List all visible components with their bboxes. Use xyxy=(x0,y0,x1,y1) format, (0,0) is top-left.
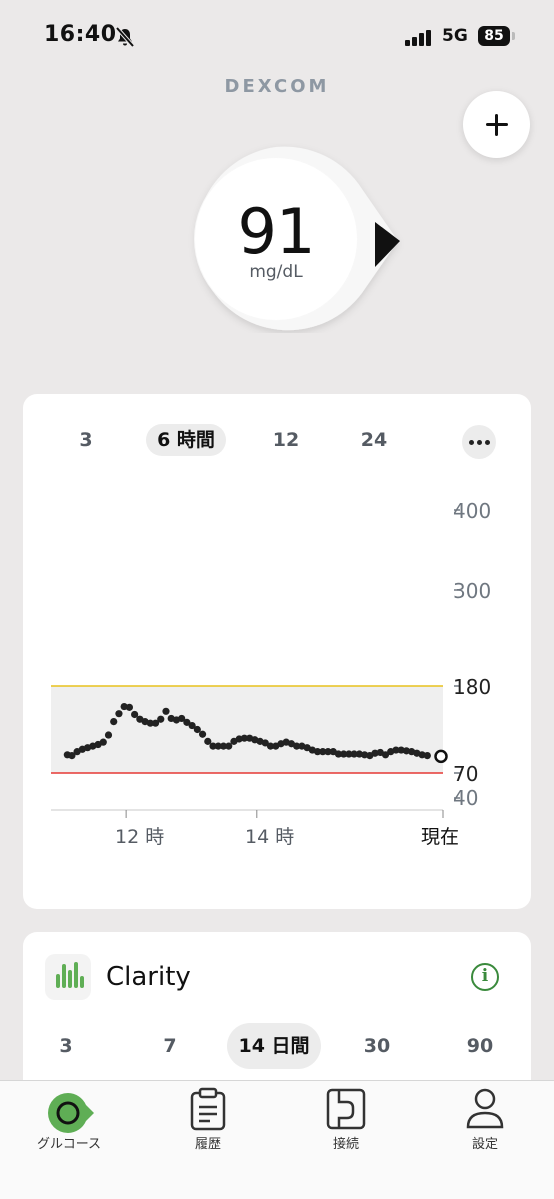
glucose-data-point xyxy=(115,710,123,718)
glucose-graph-card: 3 6 時間 12 24 400 300 180 70 40 12 時 14 時… xyxy=(23,394,531,909)
y-tick-label: 400 xyxy=(453,499,492,523)
glucose-data-point xyxy=(99,738,107,746)
glucose-reading[interactable]: 91 xyxy=(180,143,410,333)
tab-history[interactable]: 履歴 xyxy=(139,1081,277,1161)
glucose-data-point xyxy=(125,703,133,711)
target-range-band xyxy=(51,686,443,773)
y-tick-label: 40 xyxy=(453,786,479,810)
y-tick-label: 70 xyxy=(453,762,479,786)
day-tab-7[interactable]: 7 xyxy=(155,1023,185,1069)
battery-tip xyxy=(512,32,515,40)
glucose-data-point xyxy=(157,715,165,723)
glucose-value: 91 xyxy=(237,195,316,268)
glucose-data-point xyxy=(162,707,170,715)
status-bar: 16:40 5G 85 xyxy=(0,0,554,70)
day-tab-14[interactable]: 14 日間 xyxy=(227,1023,321,1069)
person-icon xyxy=(466,1088,504,1129)
glucose-data-point xyxy=(104,731,113,739)
add-event-button[interactable] xyxy=(463,91,530,158)
network-type: 5G xyxy=(442,26,468,46)
day-tab-30[interactable]: 30 xyxy=(360,1023,394,1069)
current-reading-point xyxy=(434,749,448,764)
tab-glucose[interactable]: グルコース xyxy=(0,1081,138,1161)
bottom-tab-bar: グルコース 履歴 接続 設定 xyxy=(0,1080,554,1199)
tab-label: 接続 xyxy=(332,1137,359,1152)
connection-icon xyxy=(326,1088,366,1130)
glucose-tab-icon xyxy=(48,1093,94,1133)
tab-settings[interactable]: 設定 xyxy=(416,1081,554,1161)
x-tick-label: 14 時 xyxy=(245,826,295,848)
glucose-data-point xyxy=(110,717,118,726)
glucose-data-point xyxy=(423,752,431,760)
day-tab-90[interactable]: 90 xyxy=(463,1023,497,1069)
cellular-signal-icon xyxy=(405,30,433,50)
y-tick-label: 180 xyxy=(453,675,492,699)
day-tab-3[interactable]: 3 xyxy=(51,1023,81,1069)
battery-indicator: 85 xyxy=(478,26,510,46)
bell-slash-icon xyxy=(114,26,136,52)
glucose-unit: mg/dL xyxy=(249,262,303,282)
x-tick-label: 12 時 xyxy=(115,826,165,848)
brand-logo: DEXCOM xyxy=(224,76,330,97)
info-icon[interactable]: i xyxy=(471,963,499,991)
clipboard-icon xyxy=(190,1087,226,1131)
clarity-card[interactable]: Clarity i 3 7 14 日間 30 90 xyxy=(23,932,531,1102)
x-tick-label: 現在 xyxy=(421,826,460,848)
clarity-title: Clarity xyxy=(106,962,191,992)
clarity-chart-icon xyxy=(45,954,91,1000)
glucose-data-point xyxy=(198,730,207,738)
tab-label: グルコース xyxy=(36,1137,102,1152)
tab-label: 履歴 xyxy=(194,1137,221,1152)
y-tick-label: 300 xyxy=(453,579,492,603)
tab-connection[interactable]: 接続 xyxy=(277,1081,415,1161)
tab-label: 設定 xyxy=(471,1137,498,1152)
status-time: 16:40 xyxy=(44,22,117,47)
